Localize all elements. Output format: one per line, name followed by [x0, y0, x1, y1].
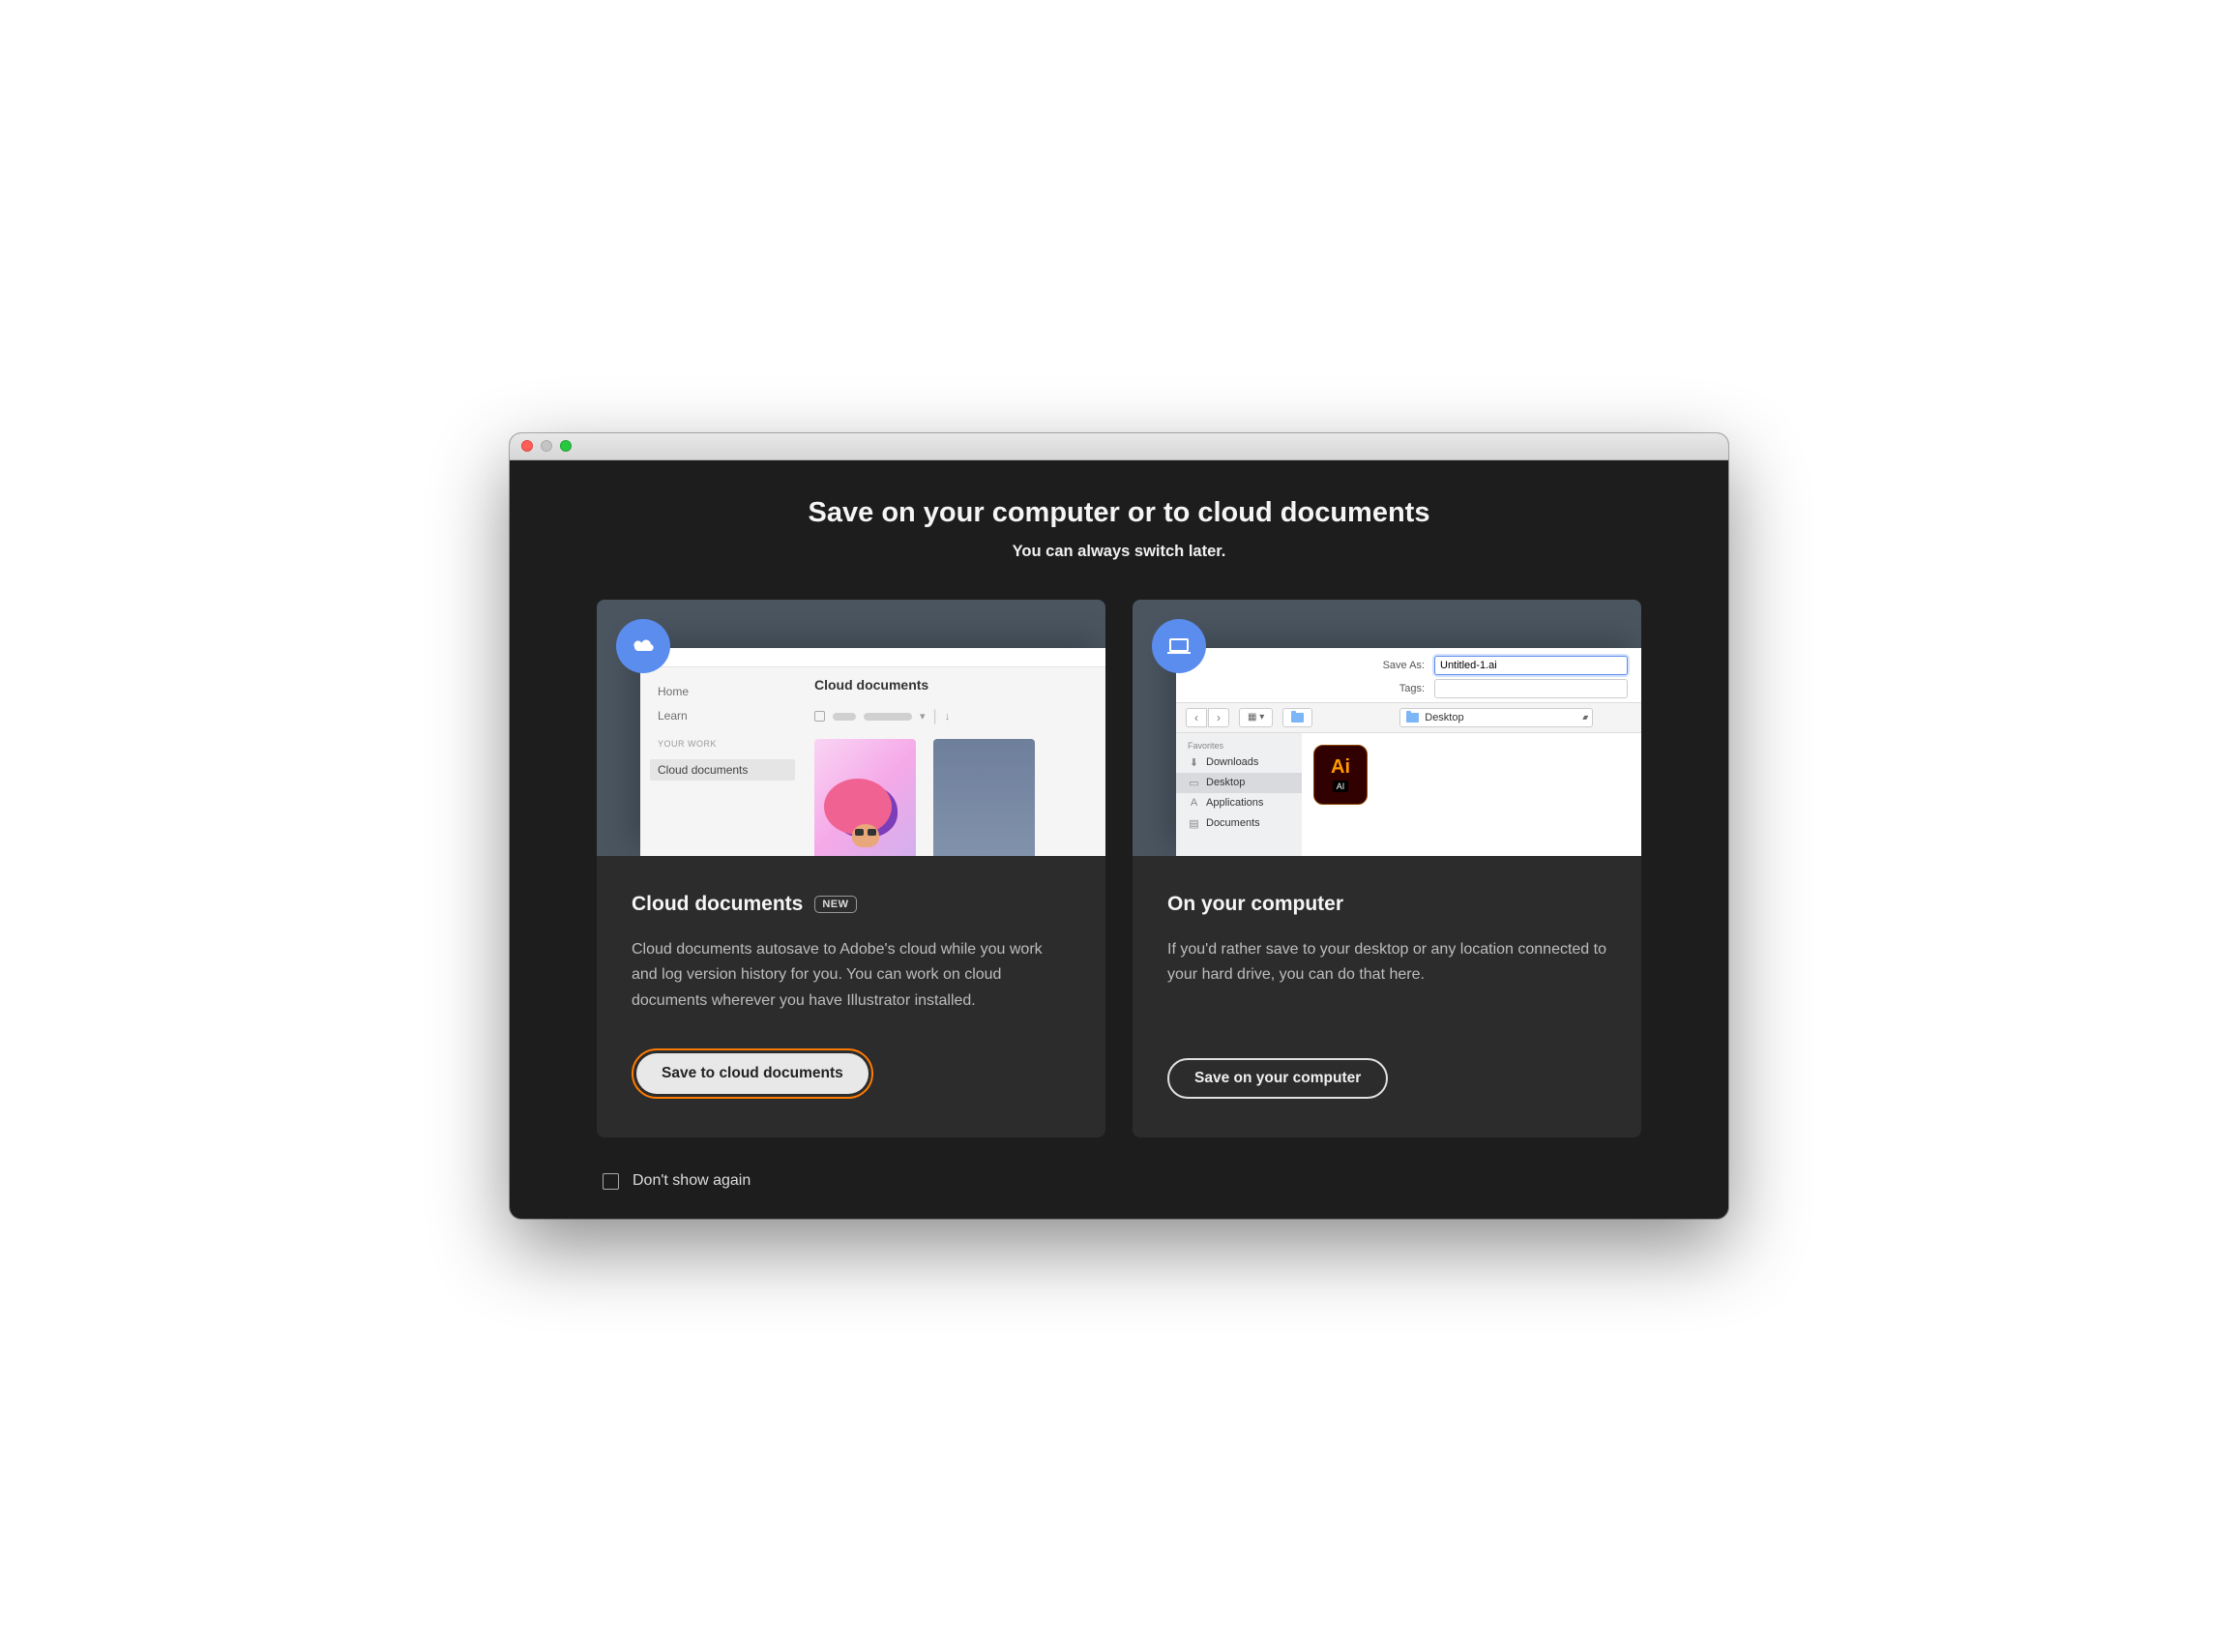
folder-button	[1282, 708, 1312, 727]
tags-label: Tags:	[1399, 683, 1425, 694]
save-dialog: Save on your computer or to cloud docume…	[510, 433, 1728, 1219]
finder-mock: Save As: Tags: ‹› ▦ ▾	[1176, 648, 1641, 856]
laptop-icon	[1152, 619, 1206, 673]
nav-section: YOUR WORK	[658, 739, 795, 749]
sidebar-desktop: ▭Desktop	[1176, 773, 1302, 793]
computer-card-description: If you'd rather save to your desktop or …	[1167, 937, 1606, 988]
sidebar-applications: AApplications	[1176, 793, 1302, 813]
minimize-window-icon[interactable]	[541, 440, 552, 452]
sidebar-favorites-header: Favorites	[1176, 739, 1302, 752]
maximize-window-icon[interactable]	[560, 440, 572, 452]
window-titlebar	[510, 433, 1728, 460]
computer-preview: Save As: Tags: ‹› ▦ ▾	[1133, 600, 1641, 856]
dialog-title: Save on your computer or to cloud docume…	[597, 497, 1641, 529]
location-select: Desktop ▴▾	[1399, 708, 1593, 727]
dont-show-again-checkbox[interactable]	[603, 1173, 619, 1190]
cloud-panel-title: Cloud documents	[814, 677, 1086, 693]
close-window-icon[interactable]	[521, 440, 533, 452]
ai-file-icon: Ai AI	[1313, 745, 1368, 805]
new-badge: NEW	[814, 896, 856, 913]
thumbnail-illustration	[814, 739, 916, 856]
on-your-computer-card: Save As: Tags: ‹› ▦ ▾	[1133, 600, 1641, 1137]
computer-card-title: On your computer	[1167, 893, 1343, 916]
save-to-cloud-button[interactable]: Save to cloud documents	[636, 1053, 869, 1094]
cloud-app-mock: Home Learn YOUR WORK Cloud documents Clo…	[640, 648, 1105, 856]
nav-back-forward: ‹›	[1186, 708, 1229, 727]
nav-cloud-documents: Cloud documents	[650, 759, 795, 781]
cloud-card-description: Cloud documents autosave to Adobe's clou…	[632, 937, 1071, 1014]
dont-show-again-label[interactable]: Don't show again	[633, 1172, 751, 1190]
dialog-subtitle: You can always switch later.	[597, 543, 1641, 561]
tags-input	[1434, 679, 1628, 698]
nav-home: Home	[658, 685, 795, 698]
sidebar-documents: ▤Documents	[1176, 813, 1302, 834]
cloud-preview: Home Learn YOUR WORK Cloud documents Clo…	[597, 600, 1105, 856]
view-mode-button: ▦ ▾	[1239, 708, 1273, 727]
save-on-computer-button[interactable]: Save on your computer	[1167, 1058, 1388, 1099]
cloud-documents-card: Home Learn YOUR WORK Cloud documents Clo…	[597, 600, 1105, 1137]
cloud-icon	[616, 619, 670, 673]
save-as-label: Save As:	[1383, 660, 1425, 671]
save-as-input	[1434, 656, 1628, 675]
nav-learn: Learn	[658, 709, 795, 723]
sidebar-downloads: ⬇Downloads	[1176, 752, 1302, 773]
cloud-card-title: Cloud documents	[632, 893, 803, 916]
thumbnail-gradient	[933, 739, 1035, 856]
